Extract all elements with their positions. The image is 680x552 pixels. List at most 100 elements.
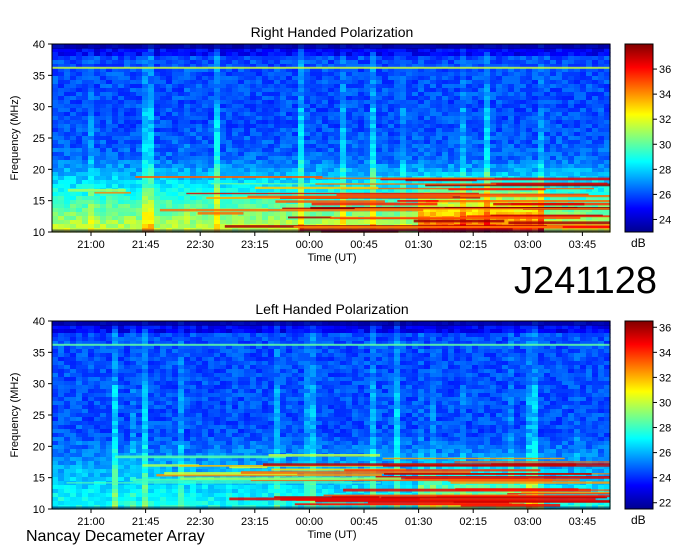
heatmap-cell — [580, 92, 587, 97]
heatmap-cell — [52, 373, 59, 378]
heatmap-cell — [82, 457, 89, 462]
heatmap-cell — [574, 120, 581, 125]
heatmap-cell — [454, 72, 461, 77]
heatmap-cell — [496, 80, 503, 85]
heatmap-cell — [148, 160, 155, 165]
heatmap-cell — [466, 172, 473, 177]
emission-streak — [197, 212, 244, 215]
heatmap-cell — [52, 164, 59, 169]
heatmap-cell — [256, 80, 263, 85]
heatmap-cell — [598, 156, 605, 161]
heatmap-cell — [430, 124, 437, 129]
heatmap-cell — [292, 92, 299, 97]
heatmap-cell — [490, 132, 497, 137]
heatmap-cell — [130, 224, 137, 229]
heatmap-cell — [58, 188, 65, 193]
heatmap-cell — [76, 192, 83, 197]
heatmap-cell — [190, 156, 197, 161]
heatmap-cell — [148, 52, 155, 57]
heatmap-cell — [52, 144, 59, 149]
heatmap-cell — [508, 144, 515, 149]
heatmap-cell — [490, 160, 497, 165]
heatmap-cell — [598, 152, 605, 157]
heatmap-cell — [592, 168, 599, 173]
heatmap-cell — [340, 132, 347, 137]
heatmap-cell — [562, 92, 569, 97]
heatmap-cell — [220, 140, 227, 145]
heatmap-cell — [94, 120, 101, 125]
heatmap-cell — [76, 329, 83, 334]
heatmap-cell — [580, 112, 587, 117]
heatmap-cell — [382, 156, 389, 161]
heatmap-cell — [562, 128, 569, 133]
heatmap-cell — [136, 144, 143, 149]
heatmap-cell — [52, 481, 59, 486]
heatmap-cell — [520, 144, 527, 149]
heatmap-cell — [250, 60, 257, 65]
heatmap-cell — [82, 132, 89, 137]
heatmap-cell — [424, 168, 431, 173]
heatmap-cell — [76, 224, 83, 229]
heatmap-cell — [550, 136, 557, 141]
heatmap-cell — [106, 461, 113, 466]
heatmap-cell — [52, 389, 59, 394]
heatmap-cell — [148, 164, 155, 169]
emission-streak — [508, 221, 610, 225]
heatmap-cell — [406, 116, 413, 121]
heatmap-cell — [538, 144, 545, 149]
heatmap-cell — [358, 92, 365, 97]
heatmap-cell — [70, 457, 77, 462]
heatmap-cell — [244, 56, 251, 61]
heatmap-cell — [76, 405, 83, 410]
heatmap-cell — [274, 88, 281, 93]
heatmap-cell — [364, 116, 371, 121]
heatmap-cell — [220, 220, 227, 225]
heatmap-cell — [166, 60, 173, 65]
heatmap-cell — [214, 224, 221, 229]
heatmap-cell — [94, 116, 101, 121]
heatmap-cell — [424, 60, 431, 65]
heatmap-cell — [364, 140, 371, 145]
heatmap-cell — [340, 148, 347, 153]
heatmap-cell — [310, 120, 317, 125]
heatmap-cell — [448, 72, 455, 77]
heatmap-cell — [334, 56, 341, 61]
heatmap-cell — [58, 200, 65, 205]
heatmap-cell — [94, 220, 101, 225]
heatmap-cell — [418, 84, 425, 89]
heatmap-cell — [94, 349, 101, 354]
heatmap-cell — [58, 469, 65, 474]
heatmap-cell — [358, 220, 365, 225]
heatmap-cell — [184, 60, 191, 65]
heatmap-cell — [268, 216, 275, 221]
heatmap-cell — [280, 92, 287, 97]
heatmap-cell — [502, 172, 509, 177]
heatmap-cell — [400, 80, 407, 85]
colorbar — [624, 43, 654, 233]
heatmap-cell — [418, 76, 425, 81]
heatmap-cell — [208, 100, 215, 105]
heatmap-cell — [400, 56, 407, 61]
heatmap-cell — [82, 333, 89, 338]
heatmap-cell — [574, 84, 581, 89]
heatmap-cell — [52, 88, 59, 93]
heatmap-cell — [70, 489, 77, 494]
heatmap-cell — [232, 124, 239, 129]
heatmap-cell — [352, 72, 359, 77]
heatmap-cell — [88, 457, 95, 462]
heatmap-cell — [88, 88, 95, 93]
heatmap-cell — [178, 164, 185, 169]
heatmap-cell — [370, 76, 377, 81]
heatmap-cell — [418, 140, 425, 145]
heatmap-cell — [292, 140, 299, 145]
heatmap-cell — [52, 457, 59, 462]
heatmap-cell — [508, 52, 515, 57]
heatmap-cell — [424, 212, 431, 217]
heatmap-cell — [82, 136, 89, 141]
heatmap-cell — [442, 92, 449, 97]
heatmap-cell — [310, 172, 317, 177]
heatmap-cell — [106, 148, 113, 153]
heatmap-cell — [148, 116, 155, 121]
heatmap-cell — [478, 88, 485, 93]
heatmap-cell — [466, 140, 473, 145]
